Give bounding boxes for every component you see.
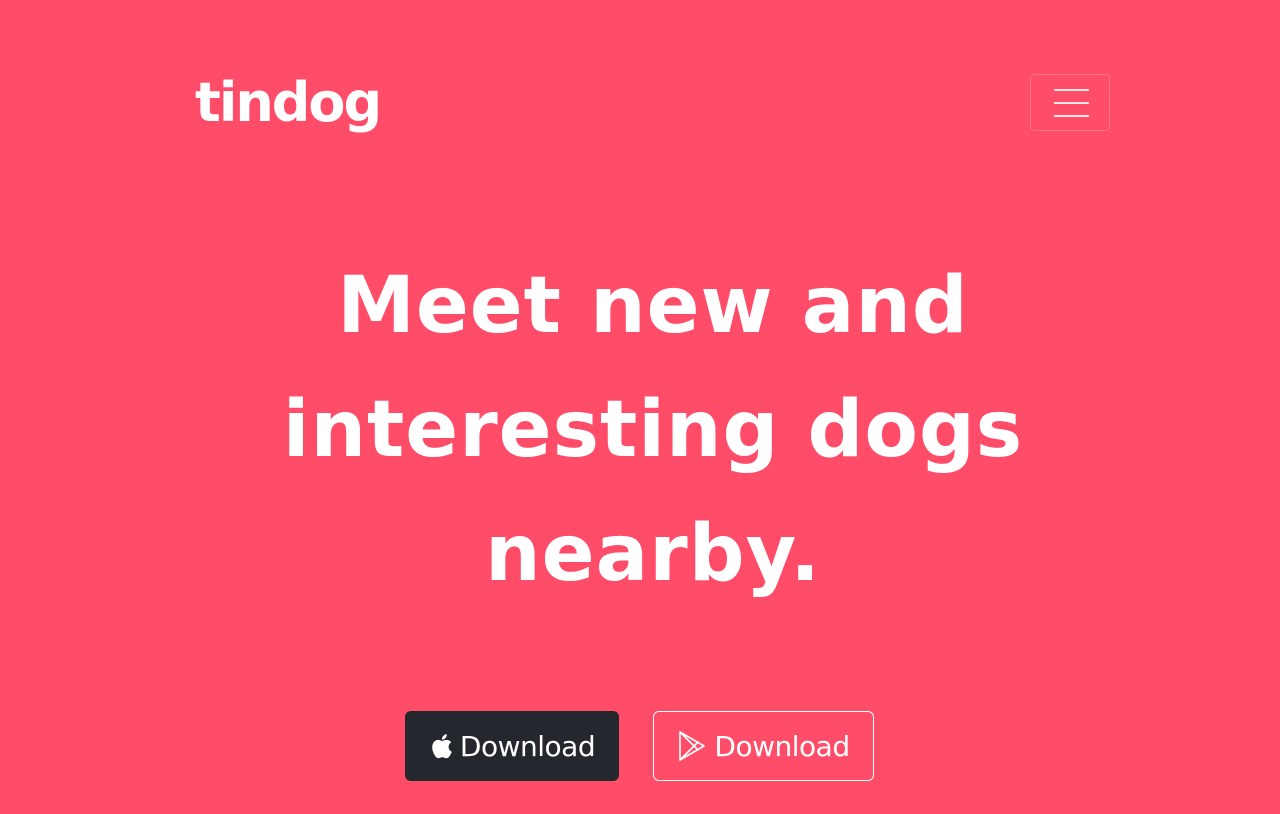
hamburger-menu-icon: [1054, 89, 1089, 91]
google-play-download-button[interactable]: Download: [653, 711, 874, 781]
apple-icon: [429, 732, 453, 760]
google-play-icon: [677, 730, 707, 762]
hero-headline: Meet new and interesting dogs nearby.: [0, 244, 1280, 616]
google-play-download-label: Download: [714, 729, 850, 763]
brand-logo[interactable]: tindog: [195, 68, 382, 138]
page: tindog Meet new and interesting dogs nea…: [0, 0, 1280, 814]
hamburger-menu-icon-bar: [1054, 115, 1089, 117]
hero-headline-line: Meet new and: [337, 261, 969, 351]
apple-download-button[interactable]: Download: [405, 711, 619, 781]
hamburger-menu-icon-bar: [1054, 102, 1089, 104]
navbar-toggler-button[interactable]: [1030, 74, 1110, 131]
hero-headline-line: interesting dogs: [282, 385, 1024, 475]
hero-headline-line: nearby.: [485, 509, 821, 599]
apple-download-label: Download: [459, 729, 596, 763]
